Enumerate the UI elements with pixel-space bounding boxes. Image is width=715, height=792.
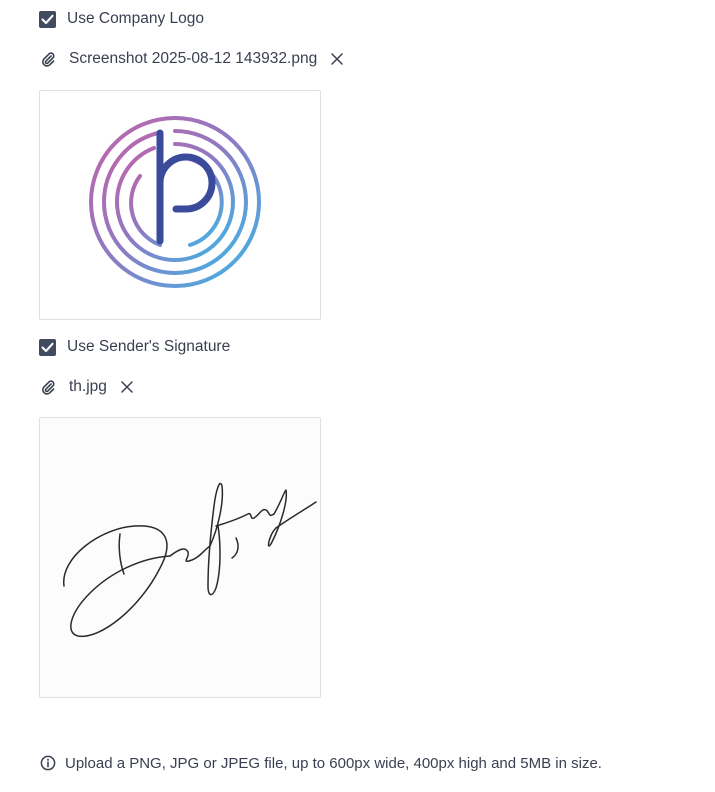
- logo-file-name: Screenshot 2025-08-12 143932.png: [69, 50, 318, 67]
- signature-file-name: th.jpg: [69, 378, 107, 395]
- use-sender-signature-checkbox[interactable]: [39, 338, 56, 356]
- upload-help: Upload a PNG, JPG or JPEG file, up to 60…: [40, 752, 602, 774]
- company-logo-image: [89, 116, 261, 288]
- remove-logo-button[interactable]: [330, 52, 344, 66]
- info-icon: [40, 755, 56, 771]
- use-company-logo-label[interactable]: Use Company Logo: [67, 10, 204, 28]
- signature-attachment-row: th.jpg: [40, 377, 134, 397]
- checkmark-icon: [41, 14, 54, 24]
- remove-signature-button[interactable]: [120, 380, 134, 394]
- signature-preview: [39, 417, 321, 698]
- use-company-logo-option[interactable]: Use Company Logo: [39, 9, 204, 29]
- paperclip-icon: [40, 51, 56, 67]
- close-icon[interactable]: [331, 53, 343, 65]
- logo-attachment-row: Screenshot 2025-08-12 143932.png: [40, 49, 344, 69]
- use-sender-signature-option[interactable]: Use Sender's Signature: [39, 337, 230, 357]
- checkmark-icon: [41, 342, 54, 352]
- use-company-logo-checkbox[interactable]: [39, 10, 56, 28]
- paperclip-icon: [40, 379, 56, 395]
- company-logo-preview: [39, 90, 321, 320]
- use-sender-signature-label[interactable]: Use Sender's Signature: [67, 338, 230, 356]
- close-icon[interactable]: [121, 381, 133, 393]
- signature-image: [40, 418, 320, 697]
- upload-help-text: Upload a PNG, JPG or JPEG file, up to 60…: [65, 754, 602, 772]
